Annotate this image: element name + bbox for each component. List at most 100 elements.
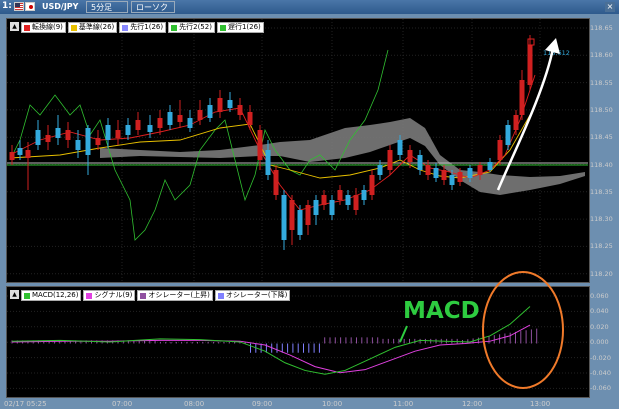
candle-body	[345, 195, 351, 205]
candle-body	[125, 125, 131, 135]
candle-body	[187, 118, 193, 128]
candle-body	[247, 112, 253, 125]
candle-body	[147, 125, 153, 132]
legend-swatch	[24, 292, 30, 299]
candle-body	[321, 195, 327, 205]
candle-body	[135, 120, 141, 130]
macd-tick-label: 0.020	[590, 322, 609, 331]
candle-body	[497, 140, 503, 160]
candle-body	[35, 130, 41, 145]
time-tick-label: 09:00	[252, 400, 273, 408]
price-tick-label: 118.20	[590, 269, 613, 278]
legend-swatch	[217, 292, 224, 299]
time-tick-label: 07:00	[112, 400, 133, 408]
candle-body	[227, 100, 233, 108]
price-tick-label: 118.65	[590, 24, 613, 32]
legend-label: シグナル(9)	[94, 291, 133, 299]
candle-body	[75, 140, 81, 150]
price-tick-label: 118.60	[590, 51, 613, 60]
legend-swatch	[140, 292, 147, 299]
candle-body	[467, 168, 473, 178]
candle-body	[257, 130, 263, 160]
price-tick-label: 118.30	[590, 215, 613, 224]
candle-body	[281, 195, 287, 240]
time-tick-label: 13:00	[530, 400, 551, 408]
candle-body	[207, 105, 213, 118]
legend-label: オシレーター(上昇)	[148, 291, 210, 299]
time-tick-label: 12:00	[462, 400, 483, 408]
candle-body	[197, 110, 203, 120]
candle-body	[361, 190, 367, 200]
time-tick-label: 02/17 05:25	[4, 400, 47, 408]
candle-body	[217, 98, 223, 112]
legend-label: MACD(12,26)	[32, 291, 79, 299]
candle-body	[417, 155, 423, 170]
macd-tick-label: -0.060	[590, 384, 611, 393]
price-tick-label: 118.40	[590, 160, 613, 169]
legend-swatch	[86, 292, 93, 299]
price-tick-label: 118.50	[590, 105, 613, 114]
candle-body	[519, 80, 525, 115]
legend-osc-down[interactable]: オシレーター(下降)	[214, 290, 291, 301]
legend-signal[interactable]: シグナル(9)	[83, 290, 136, 301]
legend-senkou1[interactable]: 先行1(26)	[119, 22, 167, 33]
signal-line	[11, 324, 531, 374]
collapse-main-icon[interactable]: ▲	[10, 22, 19, 31]
candle-body	[377, 165, 383, 175]
chart-canvas: 118.612	[7, 19, 588, 389]
trend-arrow	[496, 47, 555, 191]
candle-body	[55, 128, 61, 138]
candle-body	[449, 175, 455, 185]
time-tick-label: 10:00	[322, 400, 343, 408]
macd-annotation-pointer	[399, 325, 408, 343]
candle-body	[441, 170, 447, 180]
legend-swatch	[171, 24, 178, 31]
candle-body	[407, 150, 413, 162]
candle-body	[177, 115, 183, 122]
highlight-ellipse	[482, 271, 564, 389]
legend-label: 転換線(9)	[32, 23, 63, 31]
candle-body	[337, 190, 343, 200]
candle-body	[25, 150, 31, 158]
legend-kijun[interactable]: 基準線(26)	[67, 22, 118, 33]
time-tick-label: 11:00	[393, 400, 414, 408]
candle-body	[17, 148, 23, 155]
legend-label: オシレーター(下降)	[225, 291, 288, 299]
price-tick-label: 118.45	[590, 133, 613, 142]
legend-swatch	[219, 24, 226, 31]
candle-body	[329, 200, 335, 215]
candle-body	[305, 205, 311, 225]
price-tick-label: 118.25	[590, 242, 613, 251]
legend-chikou[interactable]: 遅行1(26)	[216, 22, 264, 33]
candle-body	[265, 150, 271, 175]
candle-body	[45, 135, 51, 142]
candle-body	[95, 138, 101, 145]
candle-body	[297, 210, 303, 235]
macd-tick-label: -0.040	[590, 369, 611, 377]
macd-tick-label: 0.040	[590, 307, 609, 316]
candle-body	[85, 128, 91, 155]
legend-tenkan[interactable]: 転換線(9)	[21, 22, 66, 33]
price-tick-label: 118.55	[590, 78, 613, 87]
sub-legend: ▲ MACD(12,26) シグナル(9) オシレーター(上昇) オシレーター(…	[10, 290, 291, 301]
macd-tick-label: 0.060	[590, 292, 609, 300]
candle-body	[513, 115, 519, 130]
macd-annotation: MACD	[403, 298, 480, 324]
candle-body	[289, 200, 295, 230]
time-tick-label: 08:00	[184, 400, 205, 408]
legend-macd[interactable]: MACD(12,26)	[21, 290, 82, 301]
candle-body	[527, 45, 533, 85]
legend-senkou2[interactable]: 先行2(52)	[168, 22, 215, 33]
price-tick-label: 118.35	[590, 187, 613, 196]
legend-label: 基準線(26)	[78, 23, 115, 31]
candle-body	[105, 125, 111, 140]
candle-body	[115, 130, 121, 138]
legend-osc-up[interactable]: オシレーター(上昇)	[137, 290, 213, 301]
macd-tick-label: 0.000	[590, 338, 609, 347]
current-price-box	[527, 38, 535, 46]
candle-body	[505, 125, 511, 145]
candle-body	[487, 162, 493, 170]
main-legend: ▲ 転換線(9) 基準線(26) 先行1(26) 先行2(52) 遅行1(26)	[10, 22, 264, 33]
collapse-sub-icon[interactable]: ▲	[10, 290, 19, 299]
candle-body	[425, 165, 431, 175]
